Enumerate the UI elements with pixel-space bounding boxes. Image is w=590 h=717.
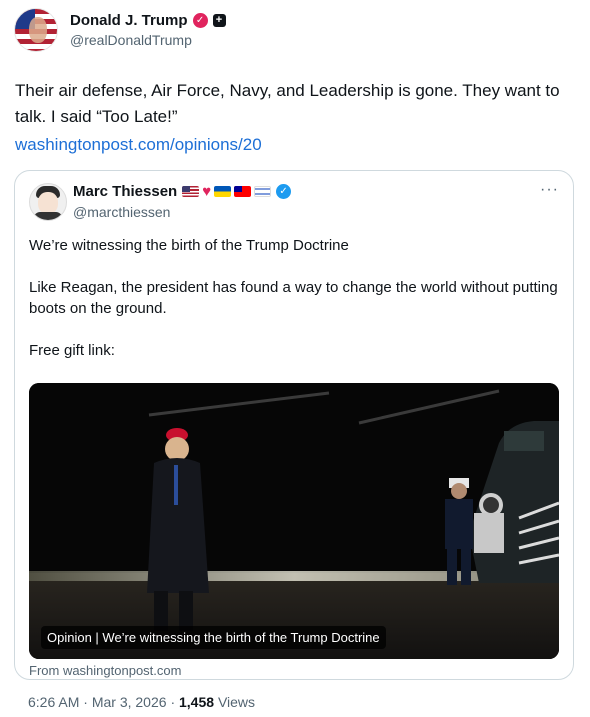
author-info: Donald J. Trump ✓ + @realDonaldTrump <box>70 12 226 48</box>
quote-paragraph: Free gift link: <box>29 342 115 359</box>
quoted-tweet[interactable]: Marc Thiessen ♥ ✓ @marcthiessen ··· We’r… <box>14 170 574 680</box>
taiwan-flag-icon <box>234 186 252 197</box>
quote-author-name[interactable]: Marc Thiessen <box>73 183 177 200</box>
israel-flag-icon <box>254 186 272 197</box>
night-photo <box>29 383 559 659</box>
government-badge-icon[interactable]: + <box>212 14 226 27</box>
tweet-header: Donald J. Trump ✓ + @realDonaldTrump <box>14 8 226 52</box>
tweet-date[interactable]: Mar 3, 2026 <box>92 694 167 710</box>
quote-name-row: Marc Thiessen ♥ ✓ <box>73 183 292 200</box>
quote-author-handle[interactable]: @marcthiessen <box>73 204 170 220</box>
link-card-image[interactable]: Opinion | We’re witnessing the birth of … <box>29 383 559 659</box>
more-options-icon[interactable]: ··· <box>540 181 559 199</box>
affiliate-badge-icon[interactable]: ✓ <box>192 13 208 28</box>
verified-check-icon: ✓ <box>276 184 292 199</box>
author-name[interactable]: Donald J. Trump <box>70 12 188 29</box>
tweet-link[interactable]: washingtonpost.com/opinions/20 <box>15 135 262 155</box>
quote-author-avatar[interactable] <box>29 183 67 221</box>
views-count: 1,458 <box>179 694 215 710</box>
ukraine-flag-icon <box>214 186 232 197</box>
quote-paragraph: We’re witnessing the birth of the Trump … <box>29 237 349 254</box>
quote-text: We’re witnessing the birth of the Trump … <box>29 235 559 382</box>
meta-separator: · <box>170 694 176 710</box>
media-caption: Opinion | We’re witnessing the birth of … <box>41 626 386 649</box>
meta-separator: · <box>83 694 88 710</box>
author-avatar[interactable] <box>14 8 58 52</box>
views-label: Views <box>217 694 256 710</box>
quote-paragraph: Like Reagan, the president has found a w… <box>29 279 558 317</box>
us-flag-icon <box>182 186 200 197</box>
tweet-text: Their air defense, Air Force, Navy, and … <box>15 81 560 126</box>
tweet-time[interactable]: 6:26 AM <box>28 694 79 710</box>
tweet-metadata: 6:26 AM · Mar 3, 2026 · 1,458 Views <box>28 694 255 710</box>
link-source[interactable]: From washingtonpost.com <box>29 663 181 678</box>
heart-icon: ♥ <box>202 183 212 200</box>
author-handle[interactable]: @realDonaldTrump <box>70 32 226 48</box>
